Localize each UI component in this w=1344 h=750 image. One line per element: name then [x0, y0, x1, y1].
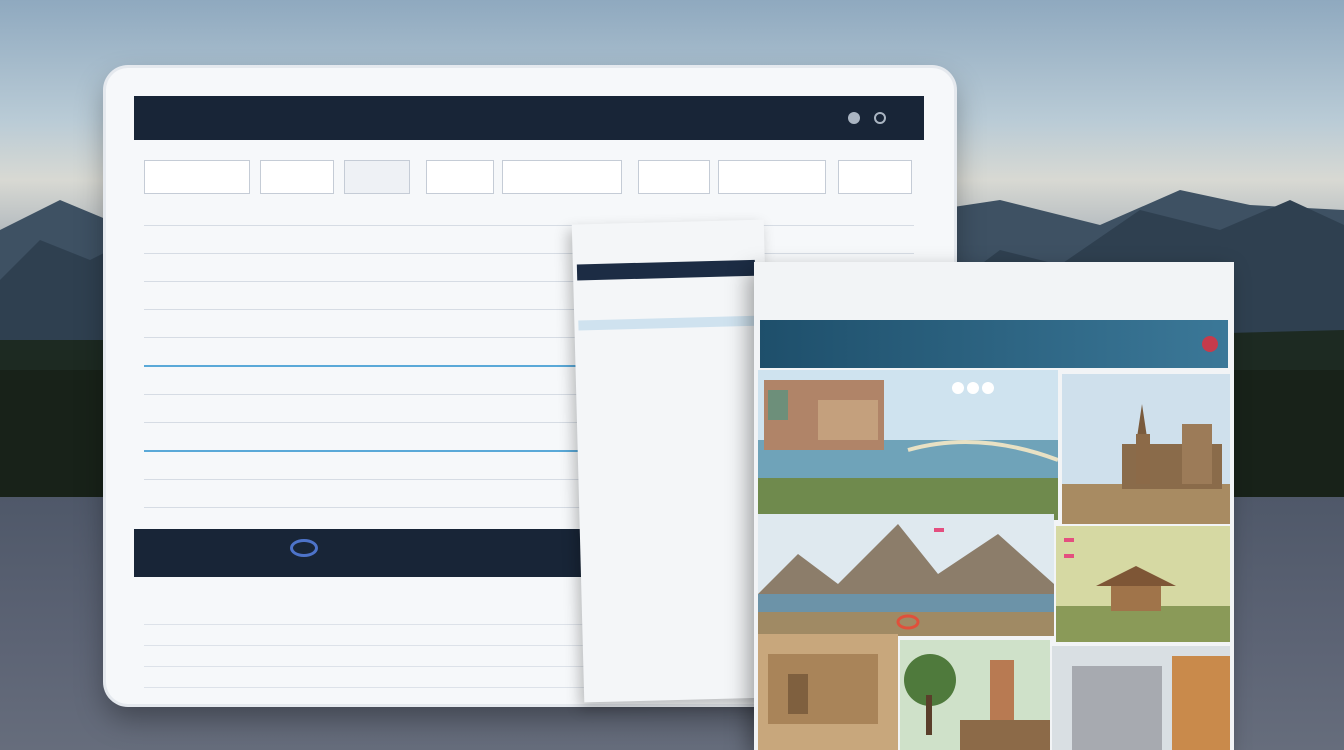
photo-mountain-river — [758, 514, 1054, 636]
app-header — [134, 96, 924, 140]
filter-6[interactable] — [638, 160, 710, 194]
filter-7[interactable] — [718, 160, 826, 194]
filter-4[interactable] — [426, 160, 494, 194]
price-tag-3 — [1064, 554, 1074, 558]
photo-modern-building — [1052, 646, 1230, 750]
photo-ruins — [758, 634, 898, 750]
photo-cathedral — [1062, 374, 1230, 524]
doc-highlight-stripe — [578, 315, 757, 331]
photo-tower-tree — [900, 640, 1050, 750]
ring-icon — [290, 539, 318, 557]
printed-schedule — [571, 219, 777, 703]
doc-title-bar — [576, 259, 756, 281]
filter-5[interactable] — [502, 160, 622, 194]
filter-bar — [144, 160, 914, 194]
photo-palace-lake — [758, 370, 1058, 520]
filter-2[interactable] — [260, 160, 334, 194]
photo-pagoda — [1056, 526, 1230, 642]
badge-icon — [1202, 336, 1218, 352]
user-icon[interactable] — [848, 112, 860, 124]
filter-8[interactable] — [838, 160, 912, 194]
price-tag-2 — [1064, 538, 1074, 542]
price-tag — [934, 528, 944, 532]
travel-brochure — [754, 262, 1234, 750]
filter-1[interactable] — [144, 160, 250, 194]
settings-icon[interactable] — [874, 112, 886, 124]
table-row[interactable] — [144, 198, 914, 226]
header-actions — [834, 112, 900, 124]
brochure-banner — [760, 320, 1228, 368]
table-row[interactable] — [144, 226, 914, 254]
filter-3[interactable] — [344, 160, 410, 194]
